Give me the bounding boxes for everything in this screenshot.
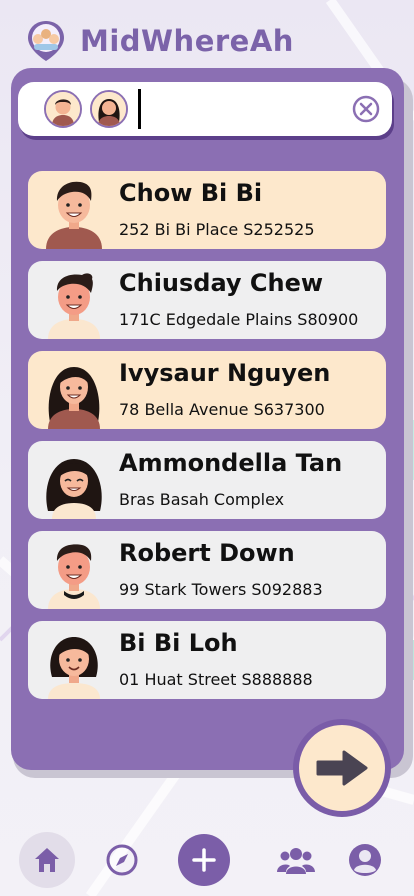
app-header: MidWhereAh — [24, 16, 294, 66]
contact-address: 01 Huat Street S888888 — [119, 670, 313, 689]
contact-address: Bras Basah Complex — [119, 490, 285, 509]
arrow-right-icon — [316, 750, 368, 786]
contact-name: Chow Bi Bi — [119, 179, 263, 207]
logo-icon — [28, 21, 64, 61]
contact-address: 99 Stark Towers S092883 — [119, 580, 323, 599]
add-icon — [192, 848, 216, 872]
app-title: MidWhereAh — [80, 24, 294, 58]
group-icon — [277, 848, 315, 874]
avatar-female-icon — [92, 92, 126, 126]
contact-card[interactable]: Ivysaur Nguyen 78 Bella Avenue S637300 — [28, 351, 386, 429]
nav-profile-button[interactable] — [337, 832, 393, 888]
nav-home-button[interactable] — [19, 832, 75, 888]
bottom-nav — [0, 828, 414, 896]
search-input[interactable] — [18, 82, 392, 136]
home-icon — [35, 848, 59, 872]
clear-icon[interactable] — [352, 95, 380, 123]
profile-icon — [349, 844, 381, 876]
avatar-male-icon — [46, 92, 80, 126]
nav-add-button[interactable] — [178, 834, 230, 886]
avatar-female-icon — [48, 367, 100, 429]
contact-card[interactable]: Robert Down 99 Stark Towers S092883 — [28, 531, 386, 609]
avatar-female-icon — [46, 459, 102, 519]
selected-contact-chip[interactable] — [44, 90, 82, 128]
contact-name: Ammondella Tan — [119, 449, 343, 477]
contact-address: 78 Bella Avenue S637300 — [119, 400, 325, 419]
contact-name: Bi Bi Loh — [119, 629, 238, 657]
avatar-male-icon — [48, 273, 100, 339]
selected-contact-chip[interactable] — [90, 90, 128, 128]
text-cursor — [138, 89, 141, 129]
contact-name: Robert Down — [119, 539, 295, 567]
compass-icon — [106, 844, 138, 876]
contact-name: Chiusday Chew — [119, 269, 324, 297]
nav-groups-button[interactable] — [268, 832, 324, 888]
avatar-male-icon — [46, 181, 102, 249]
avatar-male-icon — [48, 544, 100, 609]
nav-explore-button[interactable] — [94, 832, 150, 888]
contact-address: 171C Edgedale Plains S80900 — [119, 310, 359, 329]
contact-card[interactable]: Ammondella Tan Bras Basah Complex — [28, 441, 386, 519]
next-button[interactable] — [293, 719, 391, 817]
contact-card[interactable]: Chiusday Chew 171C Edgedale Plains S8090… — [28, 261, 386, 339]
contact-card[interactable]: Bi Bi Loh 01 Huat Street S888888 — [28, 621, 386, 699]
contact-card[interactable]: Chow Bi Bi 252 Bi Bi Place S252525 — [28, 171, 386, 249]
contact-name: Ivysaur Nguyen — [119, 359, 331, 387]
avatar-female-icon — [48, 637, 100, 699]
contact-address: 252 Bi Bi Place S252525 — [119, 220, 315, 239]
